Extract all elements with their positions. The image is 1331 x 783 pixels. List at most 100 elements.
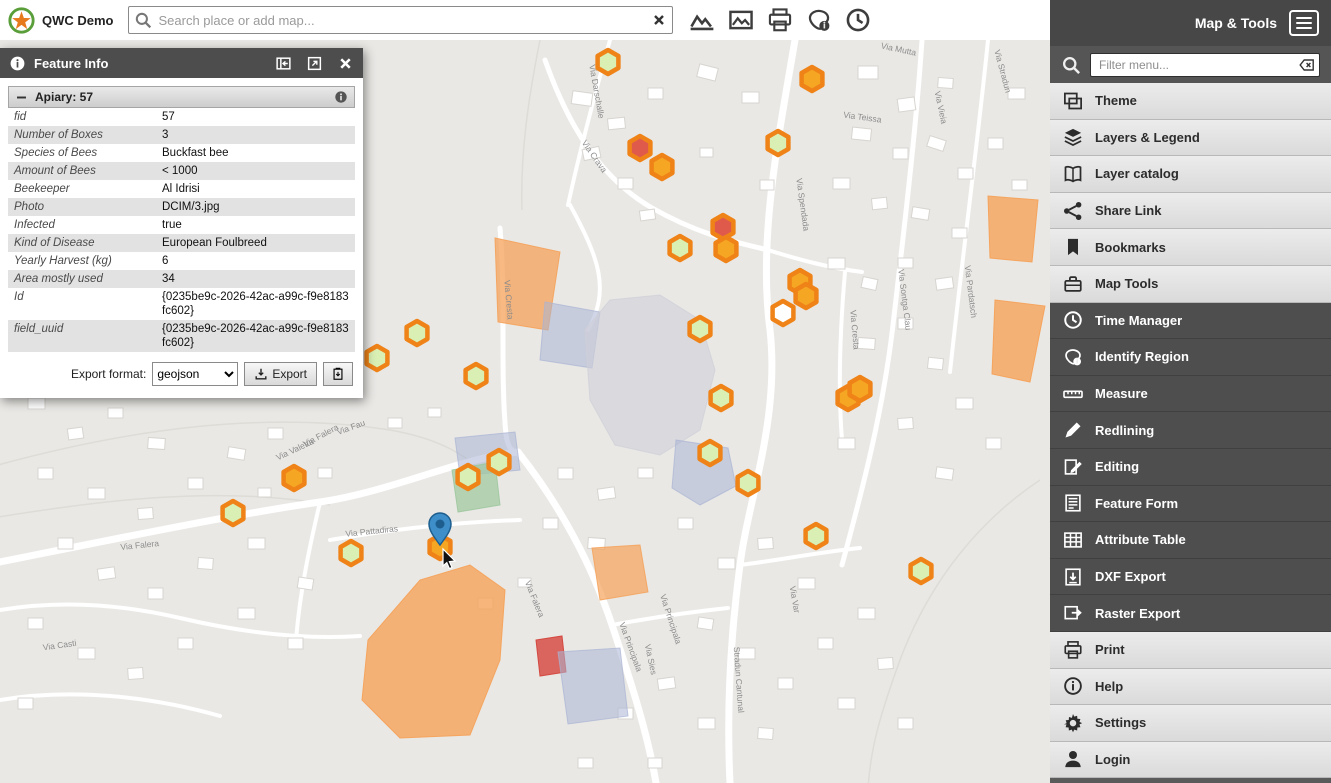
attribute-value: < 1000 <box>156 162 355 180</box>
apiary-marker-green[interactable] <box>700 441 721 465</box>
attribute-value: 34 <box>156 270 355 288</box>
attribute-row: Amount of Bees< 1000 <box>8 162 355 180</box>
sidebar-item-layer-catalog[interactable]: Layer catalog <box>1050 156 1331 193</box>
filter-clear-icon[interactable] <box>1299 57 1315 73</box>
identify-region-button[interactable] <box>806 7 832 33</box>
sidebar-item-print[interactable]: Print <box>1050 632 1331 669</box>
search-input[interactable] <box>128 6 673 34</box>
sidebar-item-measure[interactable]: Measure <box>1050 376 1331 413</box>
apiary-marker-green[interactable] <box>223 501 244 525</box>
apiary-marker-orange[interactable] <box>850 377 871 401</box>
apiary-marker-green[interactable] <box>458 465 479 489</box>
export-format-select[interactable]: geojson <box>152 362 238 386</box>
building <box>988 138 1003 149</box>
apiary-marker-green[interactable] <box>738 471 759 495</box>
building <box>818 638 833 649</box>
catalog-icon <box>1063 164 1083 184</box>
export-clipboard-button[interactable] <box>323 362 353 386</box>
building <box>578 758 593 768</box>
measure-icon <box>1063 384 1083 404</box>
apiary-marker-red[interactable] <box>630 136 651 160</box>
export-button[interactable]: Export <box>244 362 317 386</box>
sidebar-item-time-manager[interactable]: Time Manager <box>1050 303 1331 340</box>
building <box>956 398 973 409</box>
building <box>986 438 1001 449</box>
close-panel-button[interactable] <box>337 55 354 72</box>
apiary-marker-green[interactable] <box>711 386 732 410</box>
apiary-marker-white[interactable] <box>773 301 794 325</box>
sidebar-item-theme[interactable]: Theme <box>1050 83 1331 120</box>
pin-center <box>436 520 445 529</box>
building <box>858 66 878 79</box>
building <box>678 518 693 529</box>
feature-info-toggle-icon[interactable] <box>334 90 348 104</box>
sidebar-item-share-link[interactable]: Share Link <box>1050 193 1331 230</box>
sidebar-item-feature-form[interactable]: Feature Form <box>1050 486 1331 523</box>
maximize-panel-button[interactable] <box>306 55 323 72</box>
apiary-marker-orange[interactable] <box>716 237 737 261</box>
apiary-marker-green[interactable] <box>690 317 711 341</box>
building <box>639 209 655 221</box>
sidebar-item-label: Theme <box>1095 93 1137 108</box>
apiary-marker-green[interactable] <box>911 559 932 583</box>
feature-header[interactable]: Apiary: 57 <box>8 86 355 108</box>
dxf-export-icon <box>1063 567 1083 587</box>
sidebar-item-raster-export[interactable]: Raster Export <box>1050 595 1331 632</box>
sidebar-item-settings[interactable]: Settings <box>1050 705 1331 742</box>
sidebar-item-identify-region[interactable]: Identify Region <box>1050 339 1331 376</box>
sidebar-item-editing[interactable]: Editing <box>1050 449 1331 486</box>
sidebar-item-label: Raster Export <box>1095 606 1180 621</box>
attribute-value: Buckfast bee <box>156 144 355 162</box>
sidebar-item-help[interactable]: Help <box>1050 669 1331 706</box>
apiary-marker-orange[interactable] <box>796 284 817 308</box>
sidebar-item-bookmarks[interactable]: Bookmarks <box>1050 229 1331 266</box>
sidebar-item-map-tools[interactable]: Map Tools <box>1050 266 1331 303</box>
building <box>597 487 615 500</box>
sidebar-item-layers-legend[interactable]: Layers & Legend <box>1050 120 1331 157</box>
sidebar-item-login[interactable]: Login <box>1050 742 1331 779</box>
sidebar-item-label: Settings <box>1095 715 1146 730</box>
dock-panel-button[interactable] <box>275 55 292 72</box>
building <box>571 91 593 107</box>
sidebar-item-redlining[interactable]: Redlining <box>1050 412 1331 449</box>
map-image-export-button[interactable] <box>728 7 754 33</box>
apiary-marker-green[interactable] <box>768 131 789 155</box>
topbar-tools <box>689 7 871 33</box>
building <box>952 228 967 238</box>
apiary-marker-green[interactable] <box>489 450 510 474</box>
apiary-marker-green[interactable] <box>466 364 487 388</box>
apiary-marker-orange[interactable] <box>802 67 823 91</box>
apiary-marker-green[interactable] <box>341 541 362 565</box>
sidebar-item-label: Help <box>1095 679 1123 694</box>
collapse-icon[interactable] <box>15 91 28 104</box>
building <box>742 92 759 103</box>
apiary-marker-green[interactable] <box>367 346 388 370</box>
building <box>657 677 675 690</box>
sidebar: Map & Tools Theme Layers & LegendLayer ca… <box>1050 0 1331 783</box>
sidebar-item-attribute-table[interactable]: Attribute Table <box>1050 522 1331 559</box>
sidebar-item-dxf-export[interactable]: DXF Export <box>1050 559 1331 596</box>
apiary-marker-green[interactable] <box>670 236 691 260</box>
building <box>898 718 913 729</box>
filter-menu-input[interactable] <box>1090 53 1320 77</box>
print-button[interactable] <box>767 7 793 33</box>
building <box>893 148 908 159</box>
elevation-profile-button[interactable] <box>689 7 715 33</box>
apiary-marker-red[interactable] <box>713 215 734 239</box>
apiary-marker-green[interactable] <box>598 50 619 74</box>
building <box>760 180 774 190</box>
attribute-table-icon <box>1063 530 1083 550</box>
apiary-marker-green[interactable] <box>407 321 428 345</box>
hamburger-menu-button[interactable] <box>1289 10 1319 36</box>
search-clear-icon[interactable] <box>651 12 667 28</box>
time-manager-button[interactable] <box>845 7 871 33</box>
sidebar-item-label: Identify Region <box>1095 349 1189 364</box>
apiary-marker-orange[interactable] <box>652 155 673 179</box>
sidebar-header: Map & Tools <box>1050 0 1331 46</box>
building <box>648 88 663 99</box>
apiary-marker-orange[interactable] <box>284 466 305 490</box>
feature-form-icon <box>1063 493 1083 513</box>
building <box>128 667 144 679</box>
apiary-marker-green[interactable] <box>806 524 827 548</box>
building <box>18 698 33 709</box>
